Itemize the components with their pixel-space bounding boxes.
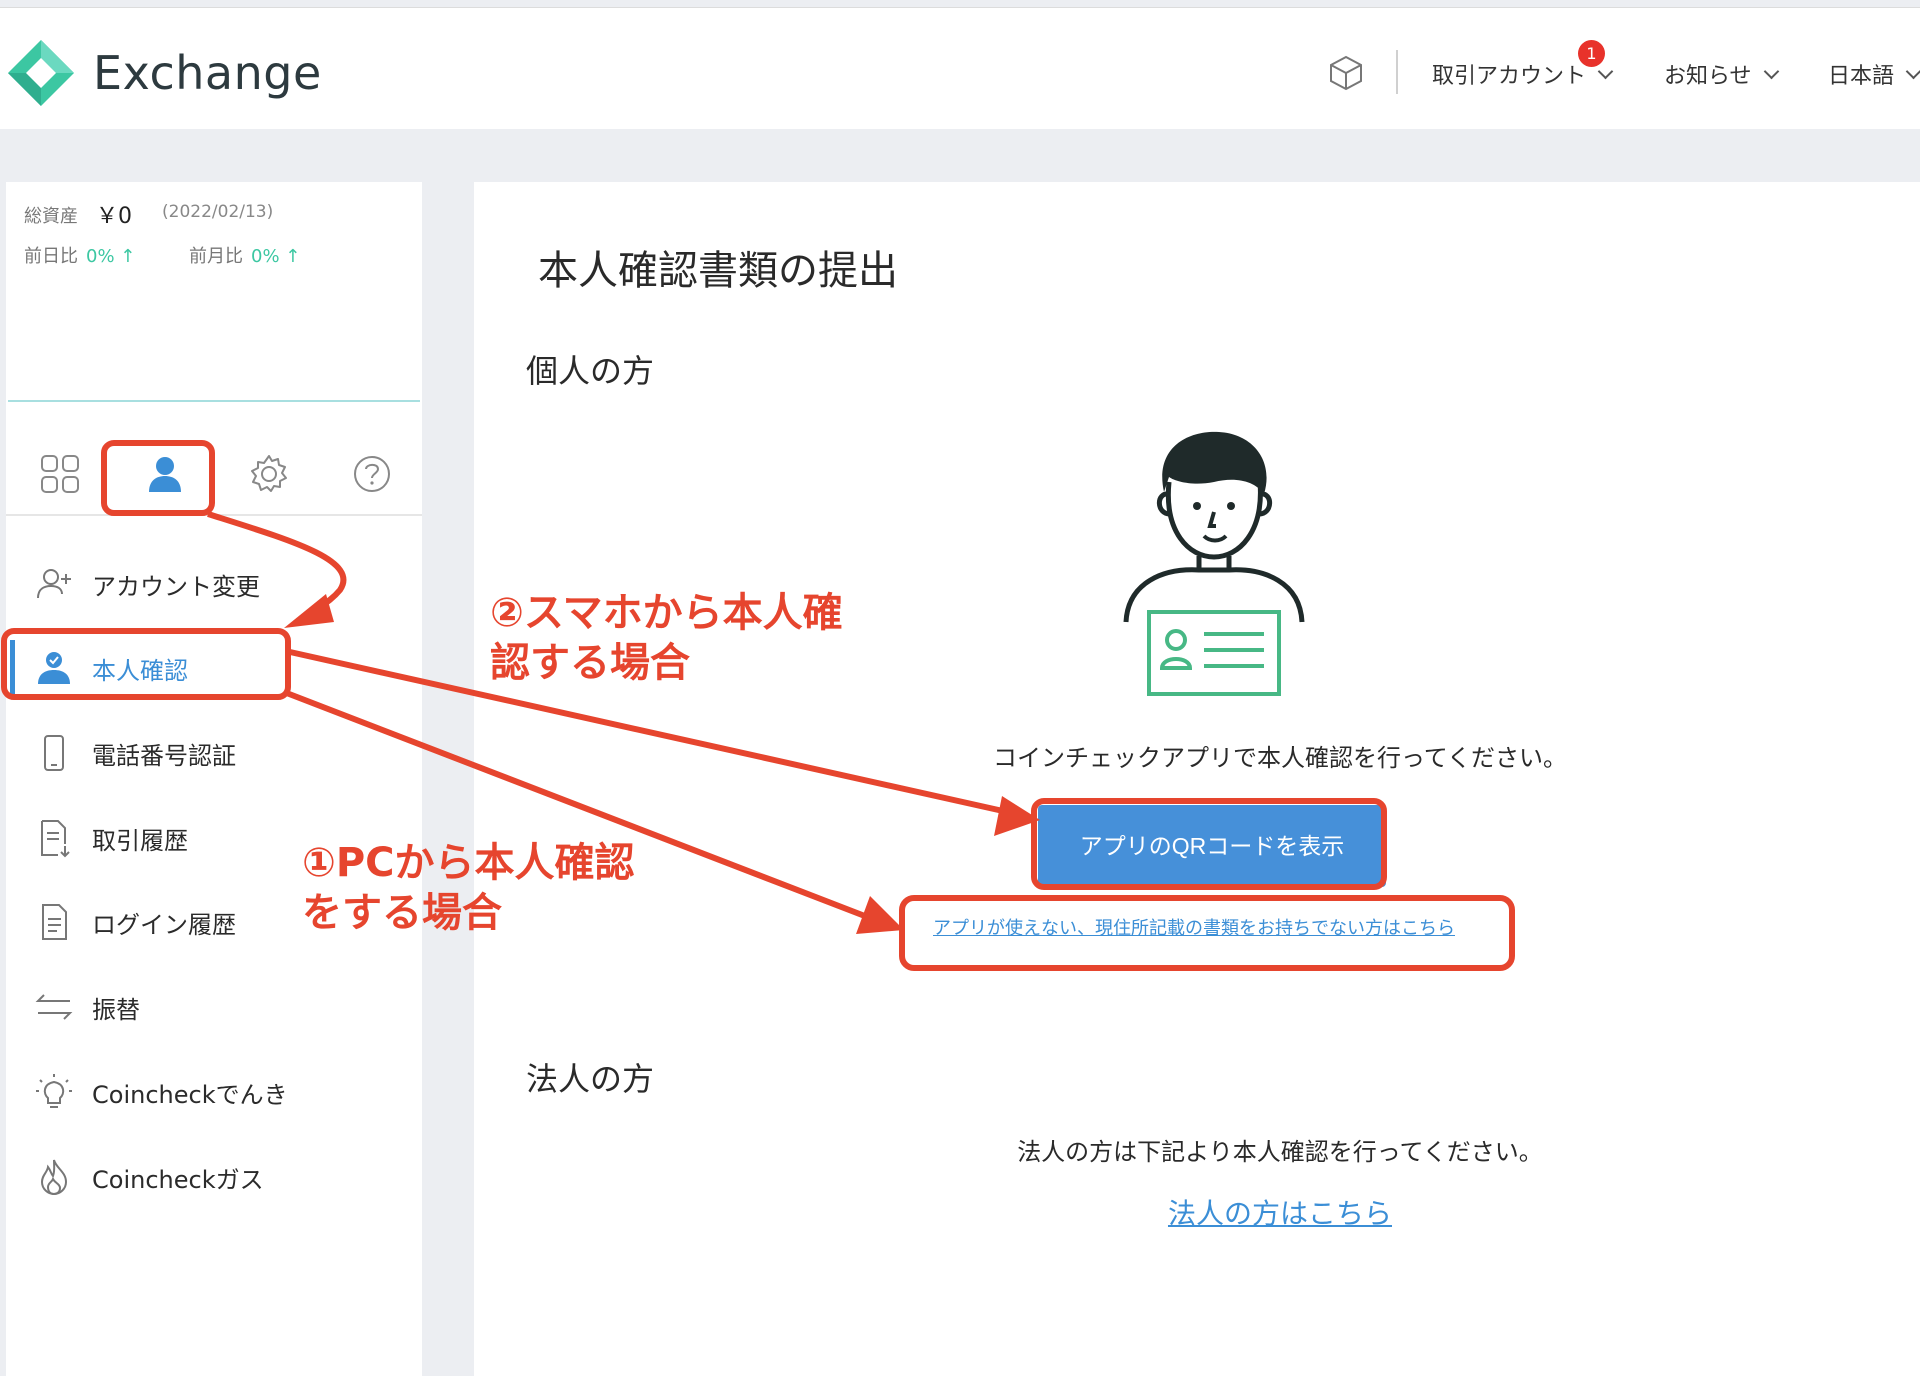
top-header: Exchange 取引アカウント 1 お知らせ 日本語: [0, 7, 1920, 129]
cube-icon[interactable]: [1326, 53, 1366, 93]
person-id-card-illustration: [1123, 431, 1305, 696]
document-icon: [42, 904, 67, 940]
help-icon[interactable]: [350, 452, 394, 496]
nav-language-label: 日本語: [1828, 64, 1895, 89]
sidebar-item-label: 本人確認: [92, 656, 188, 685]
transfer-icon: [35, 994, 73, 1020]
tab-separator: [6, 514, 422, 516]
nav-language[interactable]: 日本語: [1828, 58, 1920, 90]
phone-icon: [44, 735, 64, 771]
total-assets-label: 総資産: [24, 206, 78, 227]
chevron-down-icon: [1905, 63, 1920, 79]
alternative-verification-link[interactable]: アプリが使えない、現住所記載の書類をお持ちでない方はこちら: [924, 914, 1464, 940]
bulb-icon: [36, 1074, 72, 1108]
sidebar-item-phone-auth[interactable]: 電話番号認証: [34, 728, 236, 778]
main-content: 本人確認書類の提出 個人の方 コインチェックアプリで本人確認を行ってください。 …: [474, 182, 1920, 1376]
sidebar-item-account-change[interactable]: アカウント変更: [34, 559, 260, 609]
chevron-down-icon: [1763, 63, 1779, 79]
individual-heading: 個人の方: [526, 352, 655, 390]
annotation-smartphone: ②スマホから本人確 認する場合: [490, 588, 843, 688]
exchange-logo-icon[interactable]: [6, 38, 76, 108]
sidebar-divider: [8, 400, 420, 402]
individual-instruction: コインチェックアプリで本人確認を行ってください。: [992, 744, 1568, 772]
brand-name[interactable]: Exchange: [93, 46, 322, 100]
sidebar-item-coincheck-denki[interactable]: Coincheckでんき: [34, 1067, 288, 1117]
sidebar-item-label: アカウント変更: [92, 572, 260, 601]
annotation-smartphone-line1: ②スマホから本人確: [490, 590, 843, 636]
nav-notices[interactable]: お知らせ: [1664, 58, 1779, 90]
annotation-pc-line1: ①PCから本人確認: [302, 840, 635, 886]
sidebar-item-label: Coincheckでんき: [92, 1080, 288, 1109]
sidebar-item-coincheck-gas[interactable]: Coincheckガス: [34, 1152, 264, 1202]
flame-icon: [40, 1159, 68, 1196]
sidebar-item-label: 電話番号認証: [92, 741, 236, 770]
trade-history-icon: [41, 820, 70, 858]
page-title: 本人確認書類の提出: [538, 248, 898, 294]
active-indicator: [10, 640, 15, 694]
sidebar-item-label: 振替: [92, 995, 140, 1024]
corporate-heading: 法人の方: [526, 1060, 655, 1098]
notification-badge: 1: [1578, 40, 1605, 67]
month-compare: 前月比 0% ↑: [189, 242, 300, 268]
grid-icon[interactable]: [38, 452, 82, 496]
day-compare-label: 前日比: [24, 246, 78, 267]
annotation-smartphone-line2: 認する場合: [490, 640, 690, 686]
user-icon[interactable]: [143, 452, 187, 496]
assets-date: (2022/02/13): [162, 202, 274, 222]
day-compare-value: 0% ↑: [86, 246, 136, 267]
nav-trading-account-label: 取引アカウント: [1432, 64, 1587, 89]
header-divider: [1396, 50, 1398, 94]
user-verified-icon: [38, 652, 70, 684]
show-qr-code-button[interactable]: アプリのQRコードを表示: [1038, 805, 1386, 887]
sidebar-item-transfer[interactable]: 振替: [34, 982, 140, 1032]
sidebar-item-trade-history[interactable]: 取引履歴: [34, 813, 188, 863]
annotation-pc-line2: をする場合: [302, 890, 502, 936]
month-compare-label: 前月比: [189, 246, 243, 267]
annotation-pc: ①PCから本人確認 をする場合: [302, 838, 635, 938]
page-root: Exchange 取引アカウント 1 お知らせ 日本語 総資産 ￥0 (2022…: [0, 0, 1920, 1376]
user-plus-icon: [37, 569, 71, 599]
month-compare-value: 0% ↑: [251, 246, 301, 267]
sidebar-item-label: Coincheckガス: [92, 1165, 264, 1194]
sidebar-item-label: 取引履歴: [92, 826, 188, 855]
sidebar-item-identity-verification[interactable]: 本人確認: [34, 643, 188, 693]
chevron-down-icon: [1597, 63, 1614, 79]
nav-notices-label: お知らせ: [1664, 64, 1752, 89]
total-assets-value: ￥0: [96, 204, 132, 229]
sidebar-item-label: ログイン履歴: [92, 910, 236, 939]
day-compare: 前日比 0% ↑: [24, 242, 135, 268]
corporate-instruction: 法人の方は下記より本人確認を行ってください。: [1017, 1138, 1543, 1166]
sidebar-item-login-history[interactable]: ログイン履歴: [34, 897, 236, 947]
gear-icon[interactable]: [247, 452, 291, 496]
corporate-link[interactable]: 法人の方はこちら: [900, 1192, 1660, 1232]
